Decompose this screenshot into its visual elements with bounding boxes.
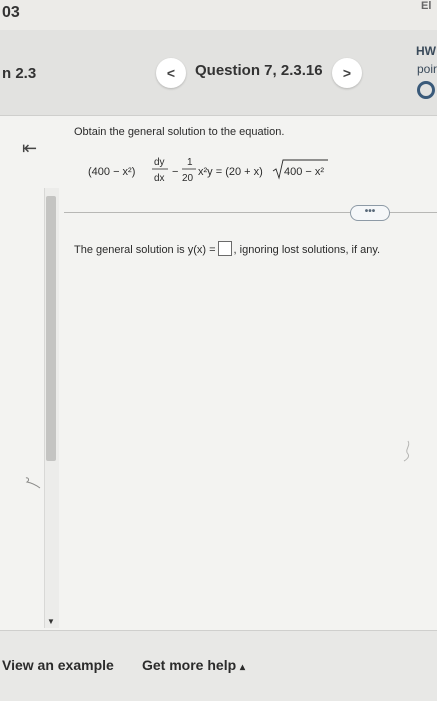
scrollbar-thumb[interactable] bbox=[46, 196, 56, 461]
equation-deriv-num: dy bbox=[154, 157, 165, 168]
get-more-help-button[interactable]: Get more help ▴ bbox=[142, 657, 245, 673]
top-strip bbox=[0, 0, 437, 30]
equation-frac-num: 1 bbox=[187, 157, 193, 168]
answer-line: The general solution is y(x) = , ignoring… bbox=[74, 241, 380, 256]
hw-label: HW bbox=[416, 44, 436, 58]
equation-lhs-factor: (400 − x²) bbox=[88, 166, 135, 178]
equation-minus: − bbox=[172, 166, 178, 178]
equation-term: x²y = (20 + x) bbox=[198, 166, 263, 178]
answer-suffix: , ignoring lost solutions, if any. bbox=[233, 244, 381, 256]
scribble-mark bbox=[25, 477, 41, 489]
question-title: Question 7, 2.3.16 bbox=[195, 62, 323, 79]
scroll-down-icon[interactable]: ▼ bbox=[47, 617, 55, 626]
differential-equation: (400 − x²) dy dx − 1 20 x²y = (20 + x) 4… bbox=[88, 157, 328, 184]
get-more-help-label: Get more help bbox=[142, 657, 237, 673]
more-options-button[interactable]: ••• bbox=[350, 205, 390, 221]
collapse-sidebar-icon[interactable]: ⇤ bbox=[22, 138, 37, 159]
top-right-text: El bbox=[421, 0, 432, 12]
answer-input[interactable] bbox=[217, 241, 232, 256]
previous-question-button[interactable]: < bbox=[156, 58, 186, 88]
cursor-mark bbox=[403, 440, 410, 462]
next-question-button[interactable]: > bbox=[332, 58, 362, 88]
equation-frac-den: 20 bbox=[182, 173, 194, 184]
progress-circle-icon bbox=[417, 81, 435, 99]
question-panel bbox=[0, 116, 437, 630]
top-left-text: 03 bbox=[2, 4, 20, 21]
caret-up-icon: ▴ bbox=[240, 662, 246, 673]
answer-prefix: The general solution is y(x) = bbox=[74, 244, 216, 256]
equation-radical: 400 − x² bbox=[284, 166, 324, 178]
chevron-left-icon: < bbox=[166, 65, 176, 81]
equation-deriv-den: dx bbox=[154, 173, 165, 184]
section-label: n 2.3 bbox=[2, 65, 37, 82]
chevron-right-icon: > bbox=[342, 65, 352, 81]
hw-points-label: poir bbox=[417, 62, 437, 76]
view-example-button[interactable]: View an example bbox=[2, 657, 114, 673]
question-prompt: Obtain the general solution to the equat… bbox=[74, 126, 285, 138]
